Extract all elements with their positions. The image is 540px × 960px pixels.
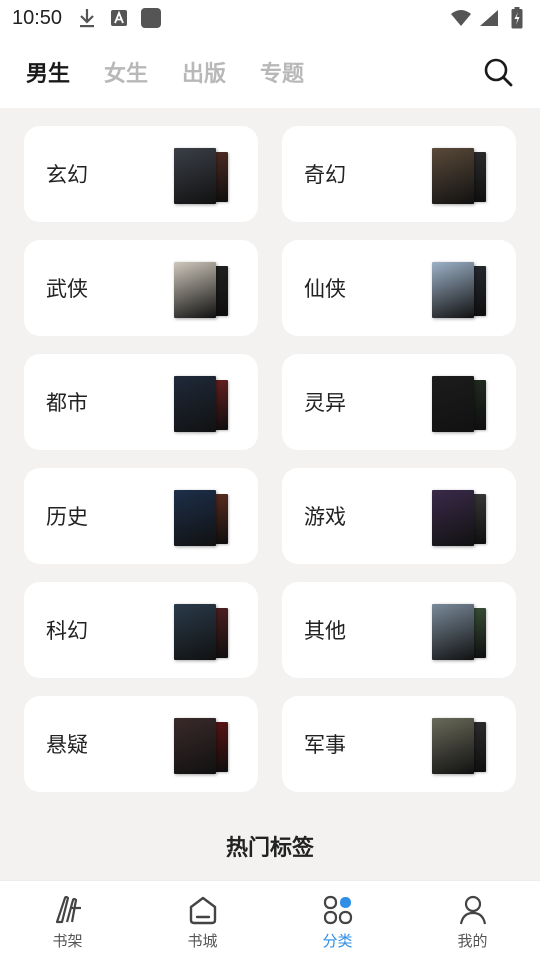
book-cover-front [432, 262, 474, 318]
category-card-xuanyi[interactable]: 悬疑 [24, 696, 258, 792]
tab-female[interactable]: 女生 [104, 56, 148, 88]
category-card-lingyi[interactable]: 灵异 [282, 354, 516, 450]
category-card-kehuan[interactable]: 科幻 [24, 582, 258, 678]
category-card-lishi[interactable]: 历史 [24, 468, 258, 564]
category-label: 武侠 [46, 277, 88, 301]
book-cover-front [174, 490, 216, 546]
status-icons-left [76, 7, 162, 29]
category-cover-stack [174, 604, 230, 662]
category-grid: 玄幻 奇幻 武侠 仙侠 都市 灵异 历史 游戏 科幻 其他 悬疑 军事 [24, 126, 516, 792]
book-cover-front [432, 490, 474, 546]
book-cover-front [432, 604, 474, 660]
book-cover-front [432, 148, 474, 204]
download-icon [76, 7, 98, 29]
category-label: 奇幻 [304, 163, 346, 187]
category-cover-stack [432, 490, 488, 548]
wifi-icon [450, 7, 472, 29]
category-label: 历史 [46, 505, 88, 529]
status-bar: 10:50 [0, 0, 540, 36]
nav-bookshelf[interactable]: 书架 [0, 881, 135, 960]
category-icon [321, 893, 355, 927]
status-icons-right [450, 7, 528, 29]
category-card-junshi[interactable]: 军事 [282, 696, 516, 792]
font-a-icon [108, 7, 130, 29]
hot-tags-title: 热门标签 [225, 836, 314, 861]
category-card-youxi[interactable]: 游戏 [282, 468, 516, 564]
category-cover-stack [432, 148, 488, 206]
search-icon[interactable] [482, 56, 514, 88]
nav-bookstore[interactable]: 书城 [135, 881, 270, 960]
tab-publishing[interactable]: 出版 [182, 56, 226, 88]
category-label: 科幻 [46, 619, 88, 643]
category-cover-stack [174, 148, 230, 206]
category-label: 其他 [304, 619, 346, 643]
bookstore-icon [186, 893, 220, 927]
category-label: 灵异 [304, 391, 346, 415]
category-label: 游戏 [304, 505, 346, 529]
category-cover-stack [432, 718, 488, 776]
battery-charging-icon [506, 7, 528, 29]
tab-male[interactable]: 男生 [26, 56, 70, 88]
book-cover-front [174, 718, 216, 774]
book-cover-front [174, 604, 216, 660]
book-cover-front [174, 262, 216, 318]
category-label: 都市 [46, 391, 88, 415]
status-time: 10:50 [12, 6, 63, 29]
nav-label: 书城 [187, 932, 218, 950]
book-cover-front [432, 376, 474, 432]
book-cover-front [174, 148, 216, 204]
category-cover-stack [174, 262, 230, 320]
signal-icon [478, 7, 500, 29]
app-square-icon [140, 7, 162, 29]
category-cover-stack [432, 376, 488, 434]
category-cover-stack [432, 604, 488, 662]
category-card-wuxia[interactable]: 武侠 [24, 240, 258, 336]
category-card-qita[interactable]: 其他 [282, 582, 516, 678]
category-label: 仙侠 [304, 277, 346, 301]
nav-label: 我的 [457, 932, 488, 950]
category-cover-stack [174, 490, 230, 548]
category-cover-stack [174, 376, 230, 434]
category-label: 玄幻 [46, 163, 88, 187]
category-cover-stack [174, 718, 230, 776]
nav-category[interactable]: 分类 [270, 881, 405, 960]
bottom-nav: 书架 书城 分类 我的 [0, 880, 540, 960]
category-label: 军事 [304, 733, 346, 757]
tab-topics[interactable]: 专题 [260, 56, 304, 88]
category-card-qihuan[interactable]: 奇幻 [282, 126, 516, 222]
category-cover-stack [432, 262, 488, 320]
category-label: 悬疑 [46, 733, 88, 757]
profile-icon [456, 893, 490, 927]
bookshelf-icon [51, 893, 85, 927]
nav-label: 分类 [322, 932, 353, 950]
category-card-xianxia[interactable]: 仙侠 [282, 240, 516, 336]
category-header: 男生 女生 出版 专题 [0, 36, 540, 108]
book-cover-front [174, 376, 216, 432]
book-cover-front [432, 718, 474, 774]
category-card-dushi[interactable]: 都市 [24, 354, 258, 450]
category-card-xuanhuan[interactable]: 玄幻 [24, 126, 258, 222]
nav-profile[interactable]: 我的 [405, 881, 540, 960]
nav-label: 书架 [52, 932, 83, 950]
